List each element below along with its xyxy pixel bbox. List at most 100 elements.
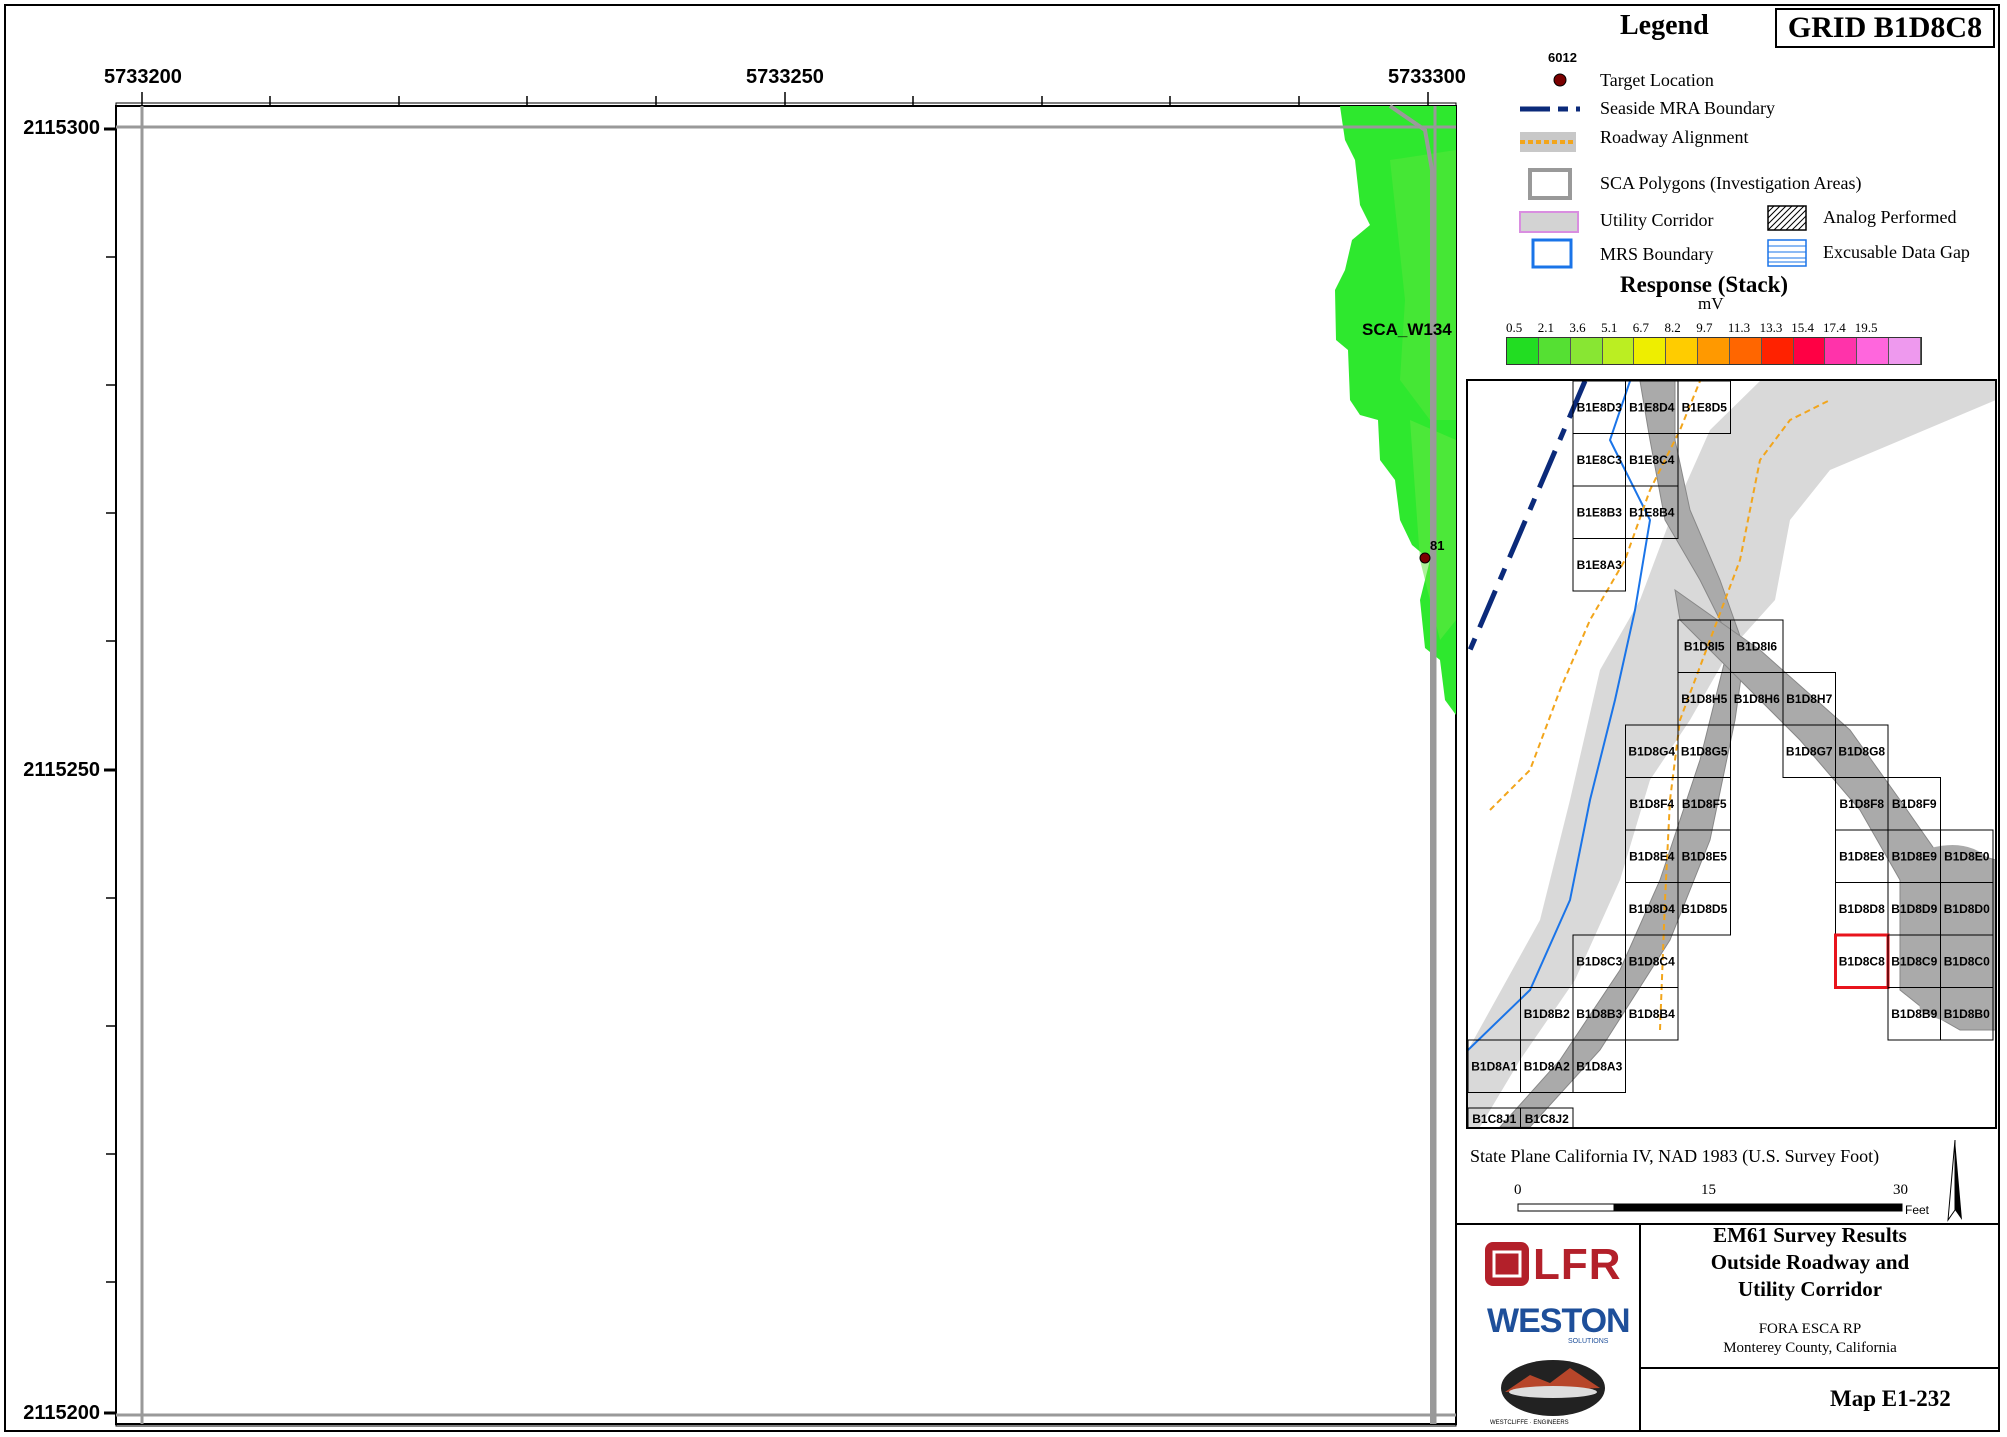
index-grid-cell-label: B1D8I6 bbox=[1736, 639, 1777, 653]
color-scale-value: 2.1 bbox=[1537, 320, 1554, 335]
color-scale-value: 0.5 bbox=[1506, 320, 1523, 335]
index-grid-cell-label: B1D8D0 bbox=[1944, 902, 1990, 916]
color-scale-value: 3.6 bbox=[1569, 320, 1586, 335]
index-grid-cell-label: B1D8F5 bbox=[1682, 797, 1727, 811]
color-scale-swatch bbox=[1570, 338, 1603, 364]
map-title-line: Outside Roadway and bbox=[1710, 1250, 1910, 1274]
color-scale-value: 6.7 bbox=[1632, 320, 1650, 335]
weston-logo-sub: SOLUTIONS bbox=[1568, 1338, 1609, 1345]
y-tick-label: 2115200 bbox=[23, 1402, 100, 1424]
index-grid-cell-label: B1D8D5 bbox=[1681, 902, 1727, 916]
index-map: B1E8D3 B1E8D4 B1E8D5 B1E8C3 B1E8C4 B1E8B3 B1E8… bbox=[1466, 379, 1997, 1129]
color-scale-swatch bbox=[1857, 338, 1890, 364]
index-grid-cell-label: B1C8J1 bbox=[1472, 1112, 1516, 1126]
color-scale-swatch bbox=[1538, 338, 1571, 364]
legend-label-gap: Excusable Data Gap bbox=[1823, 242, 1970, 262]
index-grid-cell-label: B1D8F9 bbox=[1892, 797, 1937, 811]
index-grid-cell-label: B1D8H6 bbox=[1734, 692, 1780, 706]
x-tick-label: 5733200 bbox=[104, 66, 182, 88]
map-title: EM61 Survey Results Outside Roadway and … bbox=[1640, 1222, 1980, 1303]
project-info: FORA ESCA RP Monterey County, California bbox=[1640, 1320, 1980, 1358]
project-location: Monterey County, California bbox=[1723, 1340, 1897, 1356]
index-grid-cell-label: B1D8A1 bbox=[1471, 1059, 1517, 1073]
index-grid-cell-label: B1D8A2 bbox=[1524, 1059, 1570, 1073]
index-grid-cell-label: B1D8I5 bbox=[1684, 639, 1725, 653]
scale-label-30: 30 bbox=[1893, 1182, 1908, 1198]
index-grid-cell-label: B1C8J2 bbox=[1525, 1112, 1569, 1126]
x-tick-label: 5733300 bbox=[1388, 66, 1466, 88]
color-scale-bar bbox=[1506, 337, 1922, 365]
sca-polygon-symbol bbox=[1528, 168, 1572, 200]
index-grid-cell-label: B1E8C3 bbox=[1577, 453, 1623, 467]
index-grid-cell-label: B1E8B3 bbox=[1577, 505, 1623, 519]
target-symbol bbox=[1553, 73, 1567, 87]
index-grid-cell-label: B1D8G5 bbox=[1681, 744, 1728, 758]
westcliffe-logo-text: WESTCLIFFE · ENGINEERS bbox=[1490, 1420, 1569, 1426]
scale-label-0: 0 bbox=[1514, 1182, 1522, 1198]
index-grid-cell-label: B1D8G4 bbox=[1628, 744, 1675, 758]
index-grid-cell-label: B1D8B0 bbox=[1944, 1007, 1990, 1021]
color-scale-swatch bbox=[1825, 338, 1858, 364]
index-grid-cell-label: B1D8C8 bbox=[1839, 954, 1885, 968]
index-grid-cell-label: B1D8C0 bbox=[1944, 954, 1990, 968]
color-scale-swatch bbox=[1698, 338, 1730, 364]
index-grid-cell-label: B1D8B2 bbox=[1524, 1007, 1570, 1021]
color-scale-labels: 0.5 2.1 3.6 5.1 6.7 8.2 9.7 11.3 13.3 15.4 17.4 19.… bbox=[1506, 320, 1926, 336]
mrs-boundary-symbol bbox=[1531, 238, 1573, 269]
response-unit: mV bbox=[1698, 294, 1724, 313]
weston-logo-text: WESTON bbox=[1487, 1302, 1631, 1340]
target-point-81 bbox=[1419, 552, 1431, 564]
color-scale-swatch bbox=[1793, 338, 1826, 364]
scale-label-15: 15 bbox=[1701, 1182, 1716, 1198]
map-data-frame bbox=[115, 105, 1457, 1425]
index-grid-cell-label: B1D8C9 bbox=[1891, 954, 1937, 968]
index-grid-cell-label: B1E8D5 bbox=[1682, 400, 1728, 414]
map-number: Map E1-232 bbox=[1830, 1386, 1951, 1411]
index-grid-cell-label: B1D8F8 bbox=[1839, 797, 1884, 811]
color-scale-swatch bbox=[1889, 338, 1921, 364]
index-grid-cell-label: B1D8C4 bbox=[1629, 954, 1675, 968]
index-grid-cell-label: B1D8D4 bbox=[1629, 902, 1675, 916]
index-grid-cell-label: B1E8B4 bbox=[1629, 505, 1675, 519]
color-scale-swatch bbox=[1666, 338, 1699, 364]
x-tick-label: 5733250 bbox=[746, 66, 824, 88]
index-grid-cell-label: B1D8E4 bbox=[1629, 849, 1675, 863]
scale-unit: Feet bbox=[1905, 1203, 1930, 1217]
projection-label: State Plane California IV, NAD 1983 (U.S… bbox=[1470, 1146, 1880, 1166]
index-grid-cell-label: B1D8D8 bbox=[1839, 902, 1885, 916]
index-grid-cell-label: B1D8E9 bbox=[1892, 849, 1938, 863]
index-grid-cell-label: B1D8E5 bbox=[1682, 849, 1728, 863]
index-grid-cell-label: B1D8G7 bbox=[1786, 744, 1833, 758]
index-grid-cell-label: B1D8B4 bbox=[1629, 1007, 1675, 1021]
index-grid-cell-label: B1E8C4 bbox=[1629, 453, 1675, 467]
index-grid-cell-label: B1D8H7 bbox=[1786, 692, 1832, 706]
index-grid-cell-label: B1D8G8 bbox=[1838, 744, 1885, 758]
color-scale-value: 5.1 bbox=[1601, 320, 1618, 335]
westcliffe-logo-icon bbox=[1501, 1360, 1605, 1416]
color-scale-value: 19.5 bbox=[1854, 320, 1878, 335]
legend-label-mrs: MRS Boundary bbox=[1600, 244, 1714, 264]
color-scale-value: 8.2 bbox=[1664, 320, 1681, 335]
color-scale-swatch bbox=[1634, 338, 1667, 364]
legend-label-mra: Seaside MRA Boundary bbox=[1600, 98, 1775, 118]
index-grid-cell-label: B1E8A3 bbox=[1577, 558, 1623, 572]
color-scale-value: 13.3 bbox=[1759, 320, 1783, 335]
grid-id-box: GRID B1D8C8 bbox=[1775, 8, 1995, 48]
index-grid-cell-label: B1D8C3 bbox=[1576, 954, 1622, 968]
legend-label-sca: SCA Polygons (Investigation Areas) bbox=[1600, 173, 1862, 193]
legend-label-roadway: Roadway Alignment bbox=[1600, 127, 1749, 147]
color-scale-value: 9.7 bbox=[1696, 320, 1713, 335]
index-grid-cell-label: B1D8D9 bbox=[1891, 902, 1937, 916]
project-name: FORA ESCA RP bbox=[1758, 1321, 1862, 1337]
y-tick-label: 2115250 bbox=[23, 759, 100, 781]
analog-symbol bbox=[1767, 205, 1807, 231]
index-grid-cell-label: B1E8D3 bbox=[1577, 400, 1623, 414]
color-scale-swatch bbox=[1729, 338, 1762, 364]
color-scale-swatch bbox=[1761, 338, 1794, 364]
index-grid-cell-label: B1D8E0 bbox=[1944, 849, 1990, 863]
legend-label-analog: Analog Performed bbox=[1823, 207, 1957, 227]
index-grid-cell-label: B1D8H5 bbox=[1681, 692, 1727, 706]
index-grid-cell-label: B1D8E8 bbox=[1839, 849, 1885, 863]
utility-corridor-symbol bbox=[1519, 211, 1579, 233]
target-number: 6012 bbox=[1548, 50, 1577, 65]
